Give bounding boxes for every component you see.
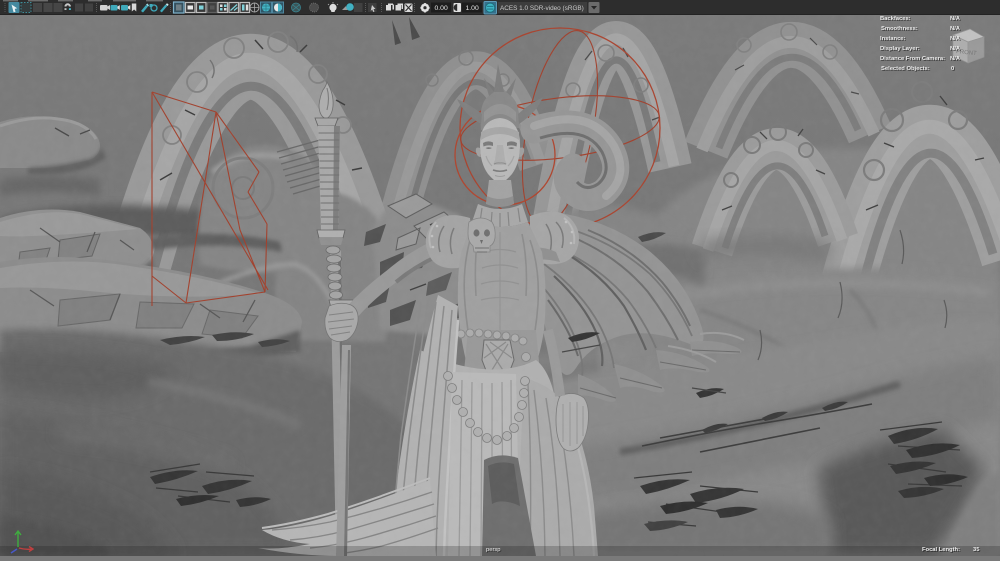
svg-text:ACES 1.0 SDR-video (sRGB): ACES 1.0 SDR-video (sRGB) — [500, 5, 584, 12]
svg-text:0.00: 0.00 — [435, 5, 448, 12]
svg-text:1.00: 1.00 — [466, 5, 479, 12]
